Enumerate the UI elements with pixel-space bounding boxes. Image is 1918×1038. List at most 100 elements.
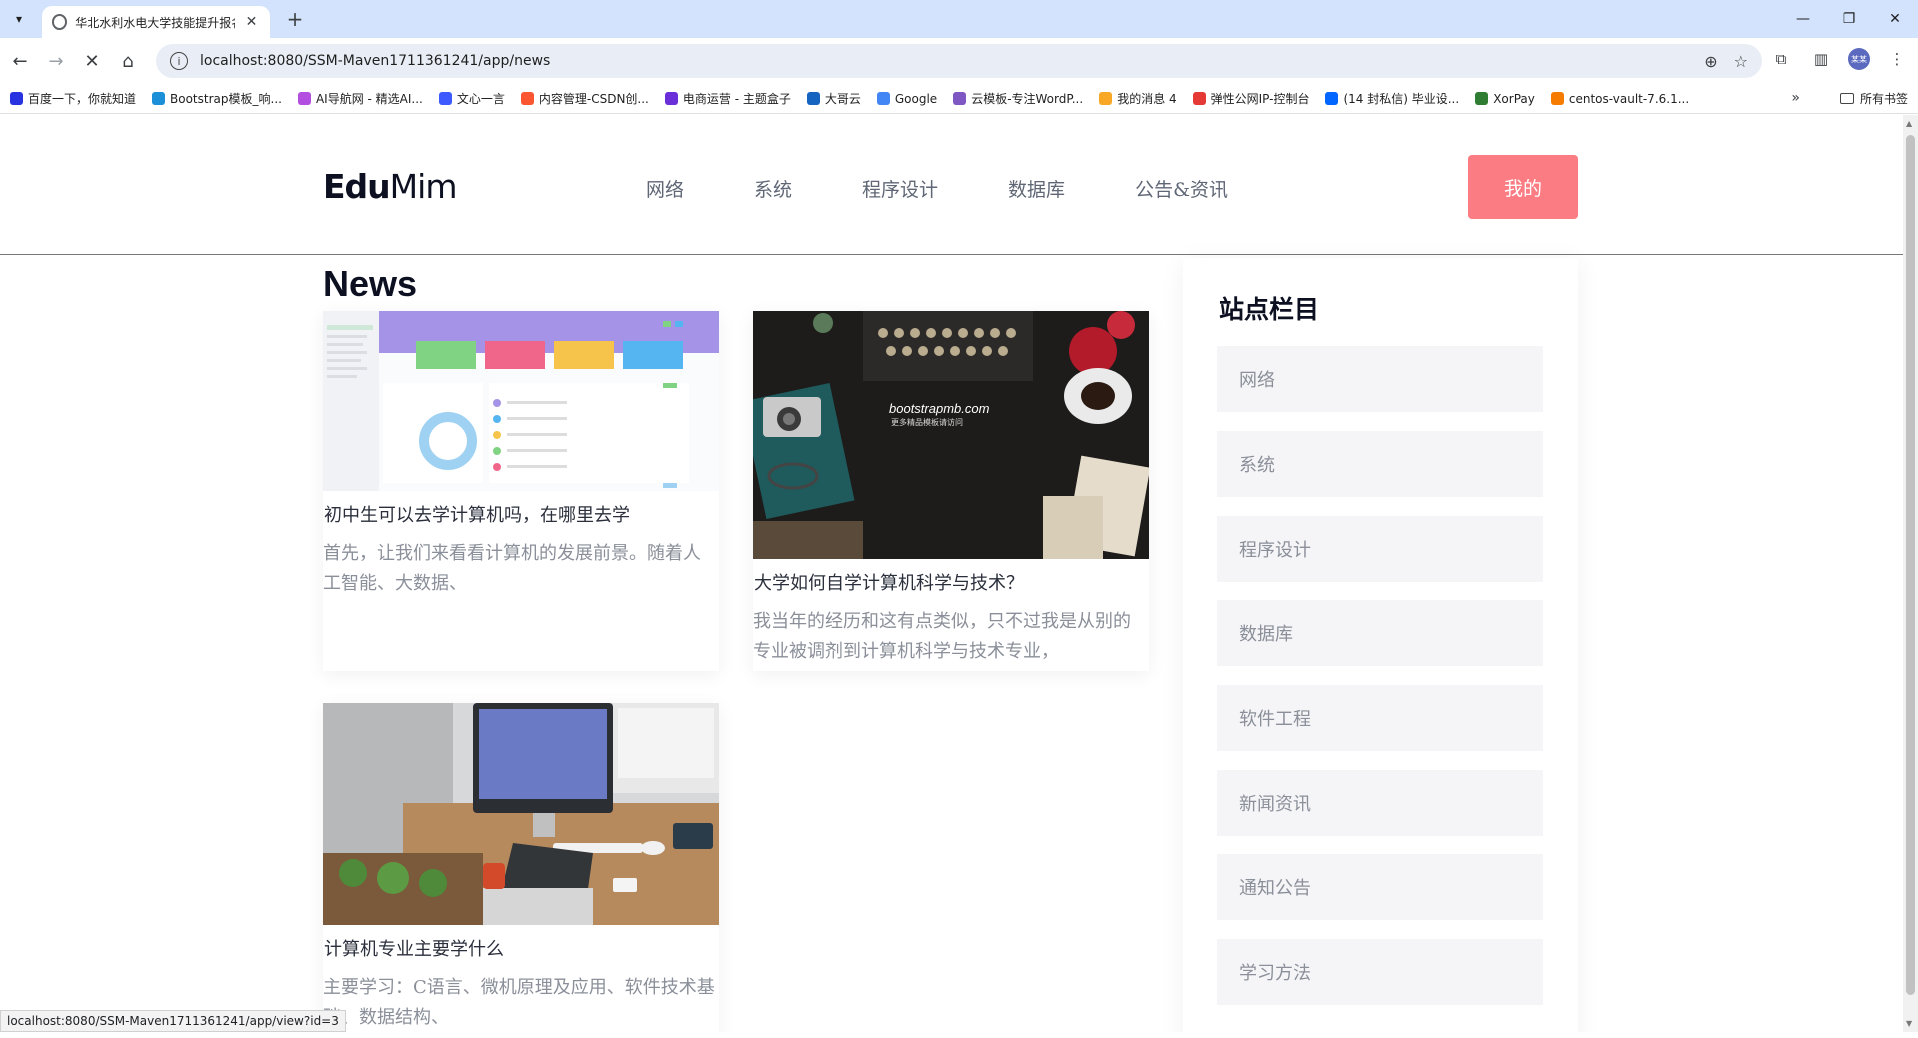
bookmark-item[interactable]: 大哥云 bbox=[806, 90, 861, 107]
bookmark-favicon-icon bbox=[520, 92, 534, 105]
extensions-icon[interactable]: ⧉ bbox=[1768, 46, 1794, 72]
bookmark-item[interactable]: Bootstrap模板_响... bbox=[152, 90, 282, 107]
new-tab-button[interactable]: + bbox=[282, 7, 308, 33]
profile-avatar[interactable]: 某某 bbox=[1848, 48, 1870, 70]
bookmark-favicon-icon bbox=[1550, 92, 1564, 105]
loading-icon bbox=[52, 14, 68, 30]
article-summary: 首先，让我们来看看计算机的发展前景。随着人工智能、大数据、 bbox=[323, 543, 701, 594]
page-viewport: EduMim 网络 系统 程序设计 数据库 公告&资讯 我的 News 初中生可… bbox=[0, 115, 1903, 1032]
nav-item-news[interactable]: 公告&资讯 bbox=[1135, 175, 1228, 202]
sidebar-item-study-methods[interactable]: 学习方法 bbox=[1217, 939, 1543, 1005]
bookmark-item[interactable]: 内容管理-CSDN创... bbox=[520, 90, 649, 107]
stop-loading-button[interactable]: ✕ bbox=[76, 45, 108, 77]
sidebar-item-news[interactable]: 新闻资讯 bbox=[1217, 770, 1543, 836]
article-title[interactable]: 计算机专业主要学什么 bbox=[324, 937, 719, 963]
side-panel-icon[interactable]: ▥ bbox=[1808, 46, 1834, 72]
site-header: EduMim 网络 系统 程序设计 数据库 公告&资讯 我的 bbox=[0, 115, 1903, 255]
article-thumbnail: bootstrapmb.com 更多精品模板请访问 bbox=[753, 311, 1149, 559]
bookmark-favicon-icon bbox=[152, 92, 166, 105]
article-thumbnail bbox=[323, 703, 719, 925]
sidebar-item-system[interactable]: 系统 bbox=[1217, 431, 1543, 497]
bookmark-favicon-icon bbox=[10, 92, 23, 105]
sidebar-item-software-engineering[interactable]: 软件工程 bbox=[1217, 685, 1543, 751]
sidebar-item-network[interactable]: 网络 bbox=[1217, 346, 1543, 412]
news-card[interactable]: bootstrapmb.com 更多精品模板请访问 大学如何自学计算机科学与技术… bbox=[753, 311, 1149, 671]
close-tab-icon[interactable]: ✕ bbox=[243, 14, 260, 30]
nav-item-network[interactable]: 网络 bbox=[646, 175, 684, 202]
bookmark-item[interactable]: 云模板-专注WordP... bbox=[953, 90, 1083, 107]
image-caption: bootstrapmb.com bbox=[889, 401, 990, 416]
bookmark-item[interactable]: 百度一下，你就知道 bbox=[10, 90, 136, 107]
scroll-up-icon[interactable]: ▲ bbox=[1906, 119, 1912, 128]
news-card[interactable]: 初中生可以去学计算机吗，在哪里去学 首先，让我们来看看计算机的发展前景。随着人工… bbox=[323, 311, 719, 671]
sidebar-item-database[interactable]: 数据库 bbox=[1217, 600, 1543, 666]
bookmark-label: 百度一下，你就知道 bbox=[28, 92, 137, 106]
nav-item-programming[interactable]: 程序设计 bbox=[862, 175, 938, 202]
sidebar-title: 站点栏目 bbox=[1219, 295, 1320, 324]
address-bar[interactable]: i localhost:8080/SSM-Maven1711361241/app… bbox=[156, 44, 1762, 78]
bookmark-label: XorPay bbox=[1493, 91, 1535, 106]
bookmark-item[interactable]: 文心一言 bbox=[438, 90, 505, 107]
image-subcaption: 更多精品模板请访问 bbox=[891, 418, 963, 427]
more-bookmarks-icon[interactable]: » bbox=[1791, 90, 1800, 106]
scroll-down-icon[interactable]: ▼ bbox=[1906, 1019, 1912, 1028]
bookmark-item[interactable]: 我的消息 4 bbox=[1099, 90, 1177, 107]
article-title[interactable]: 大学如何自学计算机科学与技术？ bbox=[754, 571, 1149, 597]
zoom-icon[interactable]: ⊕ bbox=[1704, 52, 1717, 71]
close-window-button[interactable]: ✕ bbox=[1872, 0, 1918, 38]
bookmark-favicon-icon bbox=[1475, 92, 1489, 105]
tab-title: 华北水利水电大学技能提升报名 bbox=[75, 15, 236, 30]
folder-icon bbox=[1839, 93, 1854, 104]
bookmark-label: 弹性公网IP-控制台 bbox=[1210, 92, 1310, 106]
tab-search-button[interactable]: ▾ bbox=[8, 8, 30, 30]
bookmark-item[interactable]: centos-vault-7.6.1... bbox=[1550, 92, 1689, 106]
home-button[interactable]: ⌂ bbox=[112, 45, 144, 77]
bookmark-label: 云模板-专注WordP... bbox=[971, 92, 1084, 106]
page-title: News bbox=[323, 263, 418, 304]
restore-button[interactable]: ❐ bbox=[1826, 0, 1872, 38]
bookmark-item[interactable]: 电商运营 - 主题盒子 bbox=[664, 90, 791, 107]
bookmark-favicon-icon bbox=[1192, 92, 1206, 105]
address-url[interactable]: localhost:8080/SSM-Maven1711361241/app/n… bbox=[200, 53, 1704, 69]
bookmark-favicon-icon bbox=[806, 92, 820, 105]
bookmarks-bar: 百度一下，你就知道 Bootstrap模板_响... AI导航网 - 精选AI...… bbox=[0, 84, 1918, 114]
browser-tab-strip: ▾ 华北水利水电大学技能提升报名 ✕ + — ❐ ✕ bbox=[0, 0, 1918, 38]
browser-toolbar: ← → ✕ ⌂ i localhost:8080/SSM-Maven171136… bbox=[0, 38, 1918, 84]
all-bookmarks-label: 所有书签 bbox=[1859, 92, 1908, 106]
minimize-button[interactable]: — bbox=[1780, 0, 1826, 38]
nav-item-database[interactable]: 数据库 bbox=[1008, 175, 1065, 202]
forward-button[interactable]: → bbox=[40, 45, 72, 77]
logo-light-text: Mim bbox=[389, 167, 458, 206]
site-logo[interactable]: EduMim bbox=[323, 167, 458, 206]
nav-item-system[interactable]: 系统 bbox=[754, 175, 792, 202]
bookmark-label: AI导航网 - 精选AI... bbox=[315, 92, 423, 106]
bookmark-label: 大哥云 bbox=[824, 92, 861, 106]
bookmark-label: 电商运营 - 主题盒子 bbox=[682, 92, 791, 106]
main-nav: 网络 系统 程序设计 数据库 公告&资讯 bbox=[646, 175, 1298, 202]
bookmark-item[interactable]: AI导航网 - 精选AI... bbox=[297, 90, 423, 107]
bookmark-item[interactable]: Google bbox=[876, 91, 938, 106]
page-scrollbar[interactable]: ▲ ▼ bbox=[1903, 115, 1918, 1032]
scroll-thumb[interactable] bbox=[1906, 135, 1915, 995]
sidebar-item-notices[interactable]: 通知公告 bbox=[1217, 854, 1543, 920]
bookmark-favicon-icon bbox=[664, 92, 678, 105]
sidebar-item-programming[interactable]: 程序设计 bbox=[1217, 516, 1543, 582]
article-title[interactable]: 初中生可以去学计算机吗，在哪里去学 bbox=[324, 503, 719, 529]
site-info-icon[interactable]: i bbox=[170, 52, 188, 70]
browser-menu-icon[interactable]: ⋮ bbox=[1884, 46, 1910, 72]
my-account-button[interactable]: 我的 bbox=[1468, 155, 1578, 219]
bookmark-item[interactable]: XorPay bbox=[1475, 92, 1535, 106]
bookmark-item[interactable]: (14 封私信) 毕业设... bbox=[1325, 90, 1459, 107]
bookmark-label: 文心一言 bbox=[456, 92, 505, 106]
bookmark-star-icon[interactable]: ☆ bbox=[1734, 52, 1748, 71]
bookmark-label: Google bbox=[894, 91, 938, 106]
back-button[interactable]: ← bbox=[4, 45, 36, 77]
bookmark-favicon-icon bbox=[876, 92, 890, 105]
bookmark-favicon-icon bbox=[297, 92, 311, 105]
news-card[interactable]: 计算机专业主要学什么 主要学习：C语言、微机原理及应用、软件技术基础、数据结构、 bbox=[323, 703, 719, 1032]
logo-bold-text: Edu bbox=[323, 167, 391, 206]
bookmark-item[interactable]: 弹性公网IP-控制台 bbox=[1192, 90, 1310, 107]
all-bookmarks-folder[interactable]: 所有书签 bbox=[1839, 90, 1908, 107]
browser-tab-active[interactable]: 华北水利水电大学技能提升报名 ✕ bbox=[42, 6, 270, 38]
bookmark-favicon-icon bbox=[953, 92, 967, 105]
